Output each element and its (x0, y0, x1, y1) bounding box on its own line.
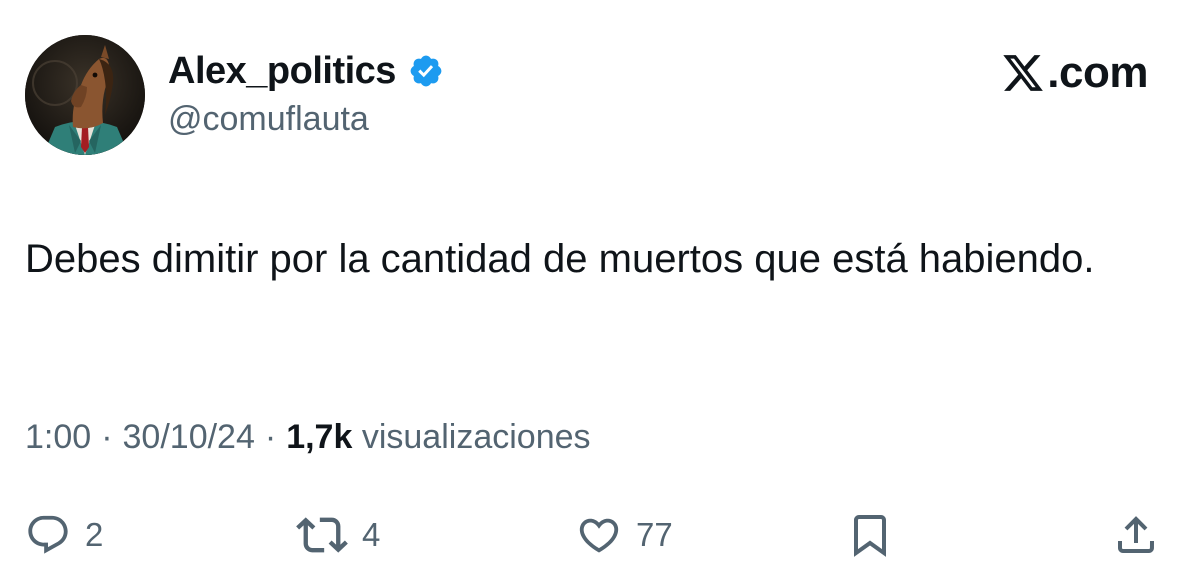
tweet-text: Debes dimitir por la cantidad de muertos… (25, 237, 1095, 281)
tweet-time[interactable]: 1:00 (25, 418, 91, 457)
bookmark-icon (854, 515, 886, 557)
action-bar: 2 4 77 (0, 505, 1200, 565)
tweet-date[interactable]: 30/10/24 (123, 418, 255, 457)
horse-in-suit-avatar-icon (25, 35, 145, 155)
reply-button[interactable]: 2 (25, 505, 103, 565)
brand-domain-text: .com (1047, 48, 1148, 97)
like-button[interactable]: 77 (576, 505, 673, 565)
reply-count: 2 (85, 516, 104, 553)
share-button[interactable] (1112, 505, 1160, 565)
meta-separator: · (101, 418, 113, 456)
meta-separator: · (264, 418, 277, 456)
author-display-name[interactable]: Alex_politics (168, 50, 396, 93)
tweet-meta: 1:00 · 30/10/24 · 1,7k visualizaciones (25, 418, 591, 457)
avatar[interactable] (25, 35, 145, 155)
views-label: visualizaciones (361, 418, 591, 456)
share-icon (1118, 516, 1154, 553)
views-count: 1,7k (286, 418, 353, 456)
author-handle[interactable]: @comuflauta (168, 100, 369, 139)
verified-badge-icon[interactable] (408, 53, 444, 89)
bookmark-button[interactable] (846, 505, 894, 565)
retweet-count: 4 (362, 516, 381, 553)
heart-icon (579, 518, 619, 553)
author-name-row[interactable]: Alex_politics (168, 48, 444, 94)
like-count: 77 (636, 516, 673, 553)
reply-icon (28, 515, 68, 554)
retweet-icon (296, 517, 348, 553)
retweet-button[interactable]: 4 (296, 505, 380, 565)
x-logo-icon (1001, 51, 1045, 95)
brand-watermark: .com (1001, 48, 1148, 98)
